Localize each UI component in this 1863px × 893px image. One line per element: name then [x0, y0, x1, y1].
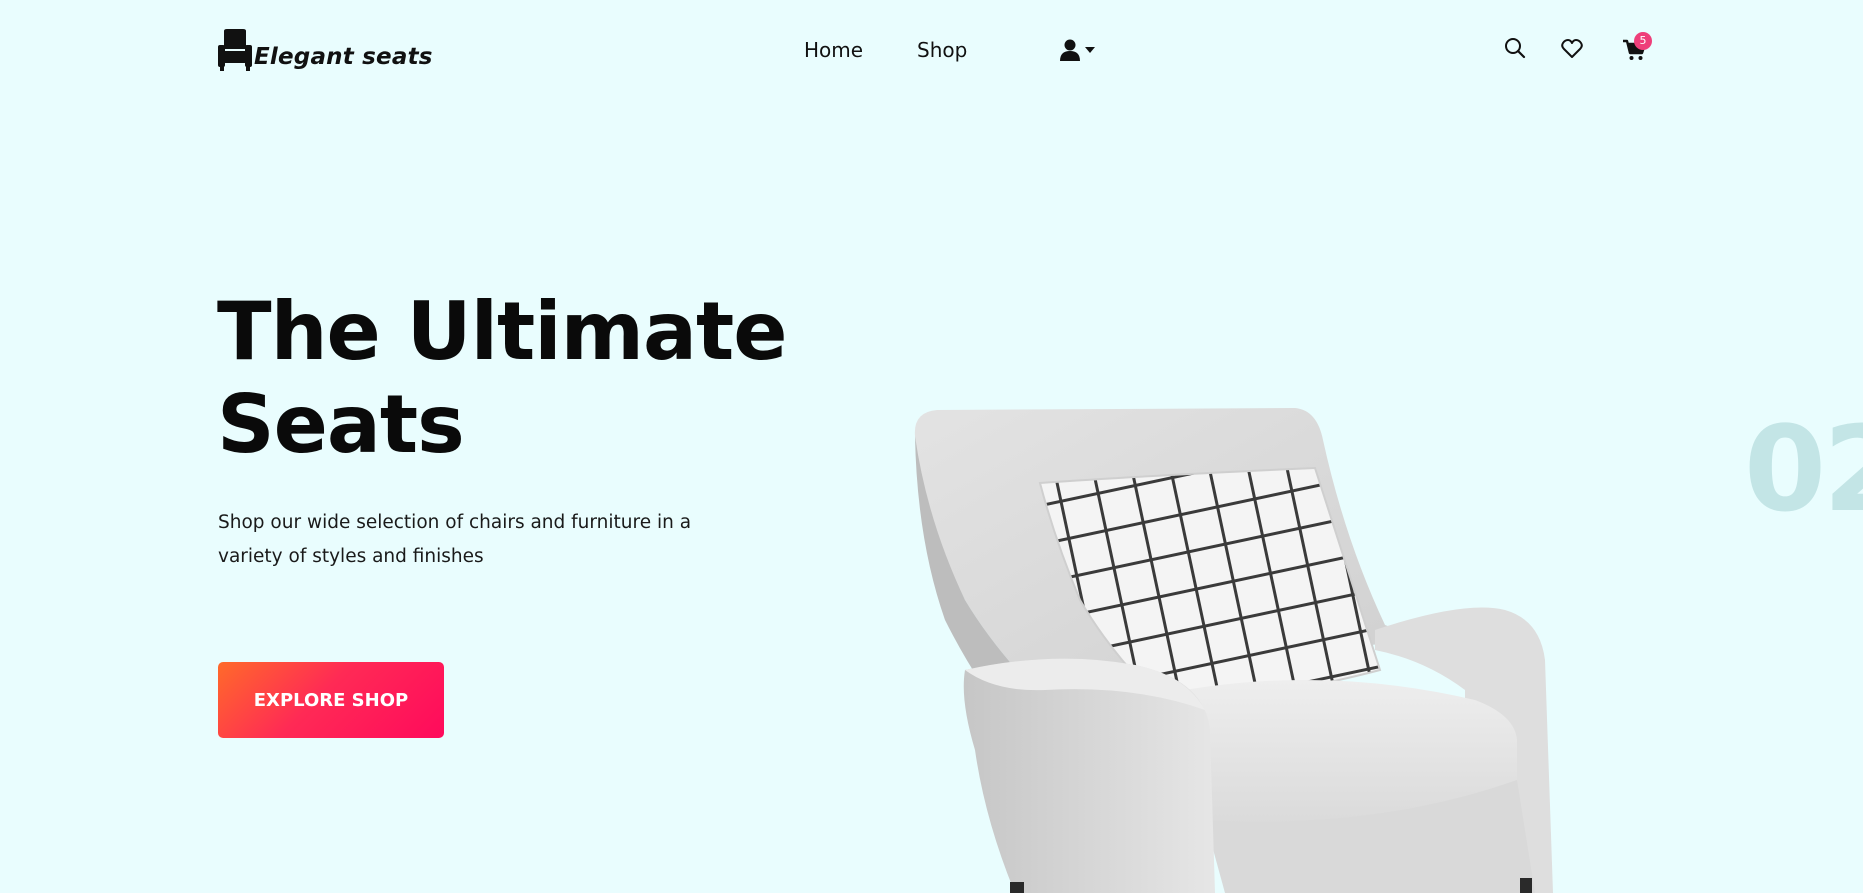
- brand-logo[interactable]: Elegant seats: [218, 29, 433, 71]
- nav-home[interactable]: Home: [804, 38, 863, 62]
- heart-icon[interactable]: [1561, 39, 1583, 59]
- armchair-icon: [218, 29, 252, 71]
- hero-armchair-image: [914, 408, 1553, 893]
- hero-title: The Ultimate Seats: [217, 285, 788, 471]
- hero-subtitle: Shop our wide selection of chairs and fu…: [218, 512, 692, 567]
- hero-title-line-2: Seats: [217, 378, 465, 471]
- brand-name: Elegant seats: [254, 44, 433, 70]
- cart-count-badge: 5: [1634, 32, 1652, 50]
- caret-down-icon: [1085, 47, 1095, 53]
- user-icon: [1060, 39, 1080, 61]
- site-header: Elegant seats Home Shop 5: [0, 0, 1863, 100]
- explore-shop-button[interactable]: EXPLORE SHOP: [218, 662, 444, 738]
- slide-number: 02: [1744, 400, 1863, 538]
- search-icon[interactable]: [1504, 37, 1526, 59]
- account-menu[interactable]: [1060, 39, 1096, 61]
- hero-title-line-1: The Ultimate: [217, 285, 788, 378]
- nav-shop[interactable]: Shop: [917, 38, 967, 62]
